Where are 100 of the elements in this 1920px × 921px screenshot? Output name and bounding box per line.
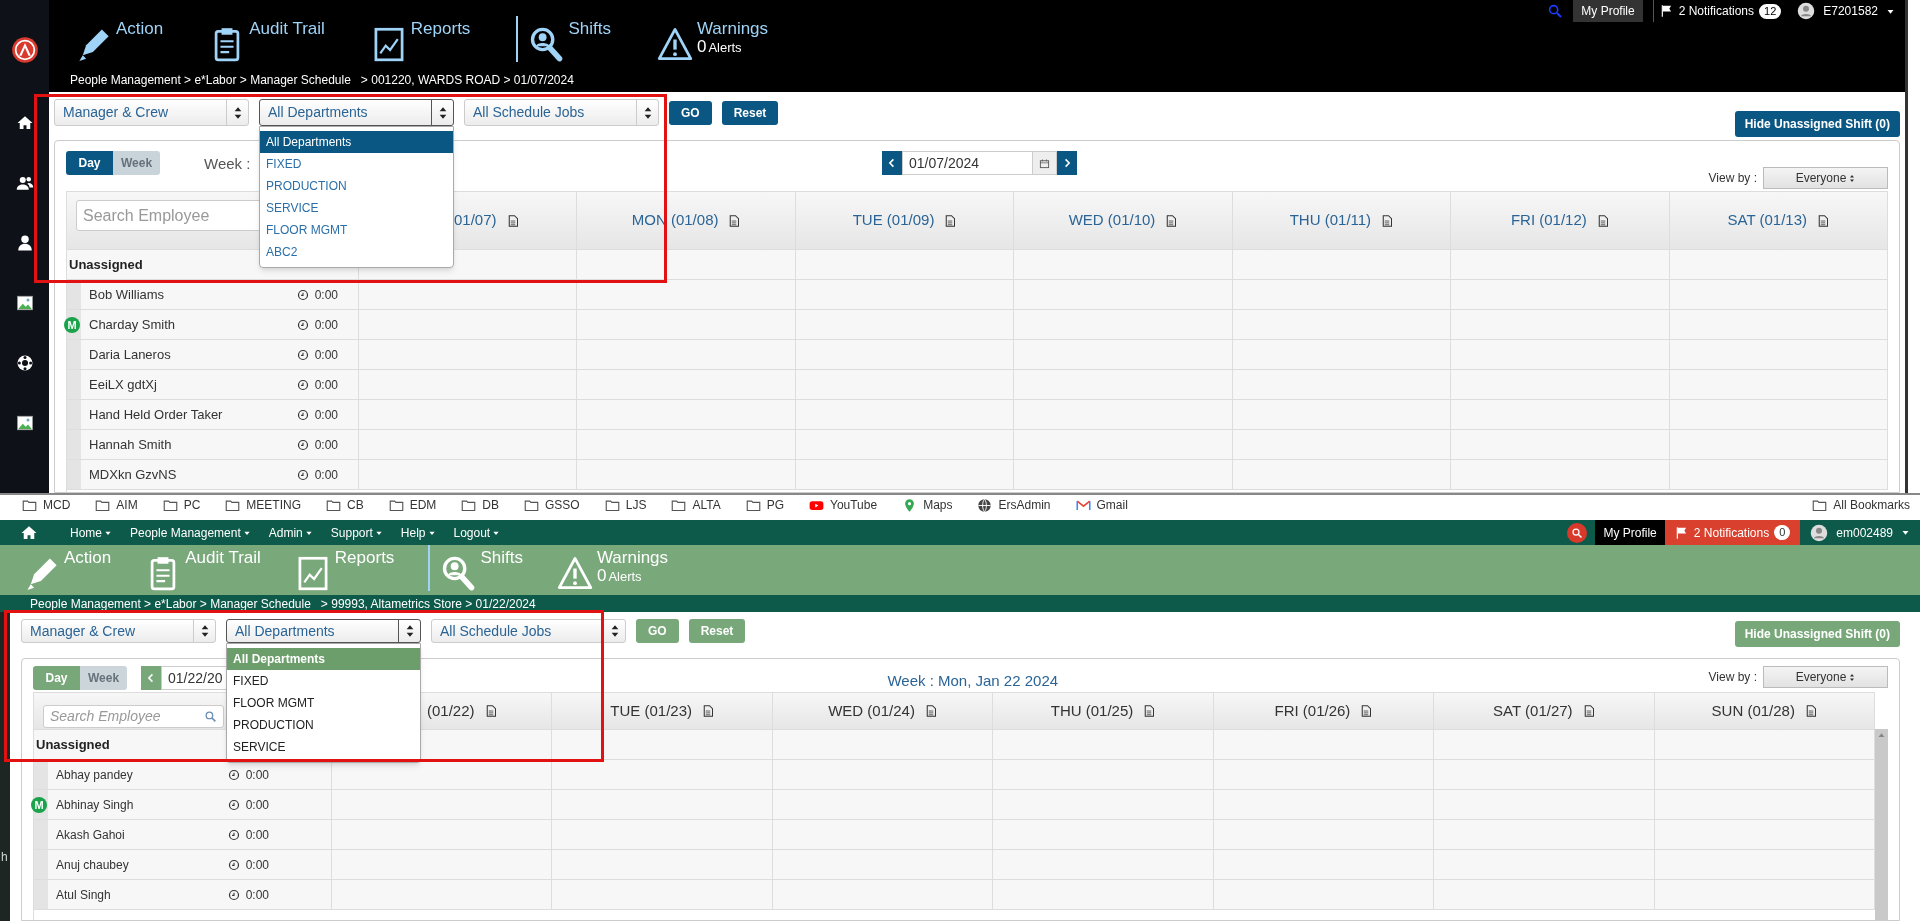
day-label[interactable]: (01/22) — [427, 699, 475, 723]
action-button[interactable]: GO — [669, 100, 712, 125]
image-icon[interactable] — [15, 414, 34, 432]
toolbar-action[interactable]: Audit Trail — [209, 16, 325, 62]
lifebuoy-icon[interactable] — [15, 354, 34, 372]
bookmark[interactable]: ALTA — [671, 496, 721, 514]
bookmark[interactable]: ErsAdmin — [977, 496, 1051, 514]
bookmark[interactable]: YouTube — [809, 496, 878, 514]
employee-name[interactable]: Akash Gahoi — [56, 825, 228, 844]
date-field[interactable]: 01/07/2024 — [901, 151, 1057, 175]
previous-button[interactable] — [881, 151, 902, 175]
nav-menu[interactable]: People Management — [130, 523, 251, 542]
dropdown-option[interactable]: PRODUCTION — [260, 175, 453, 197]
day-label[interactable]: WED (01/10) — [1068, 209, 1156, 232]
toolbar-action[interactable]: Reports — [370, 16, 471, 62]
nav-menu[interactable]: Support — [330, 523, 383, 542]
home-icon[interactable] — [15, 114, 34, 132]
toolbar-action[interactable]: Action — [76, 16, 164, 62]
nav-menu[interactable]: Admin — [268, 523, 313, 542]
employee-name[interactable]: Anuj chaubey — [56, 855, 228, 874]
action-button[interactable]: Reset — [721, 100, 779, 125]
dropdown-select[interactable]: Manager & Crew — [21, 619, 216, 643]
dropdown-option[interactable]: FIXED — [260, 153, 453, 175]
document-icon[interactable] — [1596, 213, 1609, 228]
document-icon[interactable] — [924, 704, 937, 718]
bookmark[interactable]: Maps — [902, 496, 953, 514]
bookmark[interactable]: DB — [461, 496, 500, 514]
dropdown-select[interactable]: Manager & Crew — [54, 99, 249, 126]
document-icon[interactable] — [1360, 704, 1373, 718]
search-field[interactable]: Search Employee — [43, 705, 224, 728]
notifications-link[interactable]: 2 Notifications 0 — [1664, 520, 1801, 545]
bookmark[interactable]: PC — [162, 496, 201, 514]
bookmark[interactable]: MCD — [22, 496, 71, 514]
toolbar-action[interactable]: Shifts — [516, 16, 611, 62]
nav-menu[interactable]: Home — [70, 523, 112, 542]
toolbar-action[interactable]: Warnings 0Alerts — [656, 16, 769, 62]
view-by-select[interactable]: Everyone — [1763, 666, 1888, 688]
document-icon[interactable] — [702, 704, 714, 718]
dropdown-option[interactable]: All Departments — [260, 131, 453, 153]
day-label[interactable]: FRI (01/26) — [1274, 699, 1351, 723]
bookmark[interactable]: LJS — [604, 496, 647, 514]
document-icon[interactable] — [506, 213, 519, 228]
nav-menu[interactable]: Help — [400, 523, 436, 542]
employee-name[interactable]: MDXkn GzvNS — [89, 464, 297, 485]
day-label[interactable]: WED (01/24) — [828, 699, 915, 723]
bookmark[interactable]: AIM — [95, 496, 138, 514]
user-icon[interactable] — [15, 234, 34, 252]
dropdown-select[interactable]: All Schedule Jobs — [431, 619, 626, 643]
day-label[interactable]: TUE (01/09) — [852, 209, 935, 232]
bookmark[interactable]: EDM — [388, 496, 437, 514]
document-icon[interactable] — [1582, 704, 1595, 718]
employee-name[interactable]: Hand Held Order Taker — [89, 404, 297, 425]
nav-menu[interactable]: Logout — [453, 523, 501, 542]
day-label[interactable]: THU (01/11) — [1289, 209, 1372, 232]
document-icon[interactable] — [1143, 704, 1156, 718]
day-label[interactable]: SUN (01/28) — [1711, 699, 1795, 723]
view-mode-tab[interactable]: Day — [66, 151, 113, 175]
bookmark[interactable]: MEETING — [225, 496, 301, 514]
dropdown-option[interactable]: FLOOR MGMT — [227, 692, 420, 714]
employee-name[interactable]: Abhinay Singh — [56, 795, 228, 814]
day-label[interactable]: 01/07) — [454, 209, 497, 232]
notifications-link[interactable]: 2 Notifications 12 — [1652, 0, 1788, 22]
view-by-select[interactable]: Everyone — [1763, 167, 1888, 189]
document-icon[interactable] — [1165, 213, 1178, 228]
users-icon[interactable] — [15, 174, 34, 192]
dropdown-option[interactable]: ABC2 — [260, 241, 453, 263]
profile-link[interactable]: My Profile — [1573, 0, 1643, 22]
scrollbar[interactable] — [1875, 729, 1888, 920]
employee-name[interactable]: Daria Laneros — [89, 344, 297, 365]
image-icon[interactable] — [15, 294, 34, 312]
bookmark[interactable]: CB — [326, 496, 364, 514]
bookmark[interactable]: Gmail — [1075, 496, 1128, 514]
bookmark[interactable]: GSSO — [524, 496, 580, 514]
document-icon[interactable] — [1804, 704, 1817, 718]
profile-link[interactable]: My Profile — [1595, 520, 1665, 545]
search-icon[interactable] — [1547, 3, 1564, 19]
bookmark[interactable]: All Bookmarks — [1812, 496, 1910, 514]
day-label[interactable]: FRI (01/12) — [1510, 209, 1587, 232]
day-label[interactable]: SAT (01/27) — [1493, 699, 1573, 723]
document-icon[interactable] — [1817, 213, 1829, 228]
day-label[interactable]: SAT (01/13) — [1727, 209, 1807, 232]
day-label[interactable]: TUE (01/23) — [610, 699, 692, 723]
user-menu[interactable]: E7201582 — [1797, 2, 1895, 20]
dropdown-option[interactable]: SERVICE — [227, 736, 420, 758]
document-icon[interactable] — [1381, 213, 1394, 228]
employee-name[interactable]: Abhay pandey — [56, 765, 228, 784]
document-icon[interactable] — [728, 213, 741, 228]
dropdown-option[interactable]: PRODUCTION — [227, 714, 420, 736]
employee-name[interactable]: Atul Singh — [56, 885, 228, 904]
document-icon[interactable] — [484, 704, 497, 718]
dropdown-select[interactable]: All Departments — [226, 619, 421, 643]
employee-name[interactable]: EeiLX gdtXj — [89, 374, 297, 395]
dropdown-select[interactable]: All Departments — [259, 99, 454, 126]
employee-name[interactable]: Bob Williams — [89, 284, 297, 305]
search-button[interactable] — [1567, 522, 1588, 543]
hide-unassigned-button[interactable]: Hide Unassigned Shift (0) — [1734, 111, 1900, 137]
employee-name[interactable]: Hannah Smith — [89, 434, 297, 455]
next-button[interactable] — [1056, 151, 1077, 175]
user-menu[interactable]: em002489 — [1810, 523, 1910, 542]
day-label[interactable]: THU (01/25) — [1050, 699, 1134, 723]
